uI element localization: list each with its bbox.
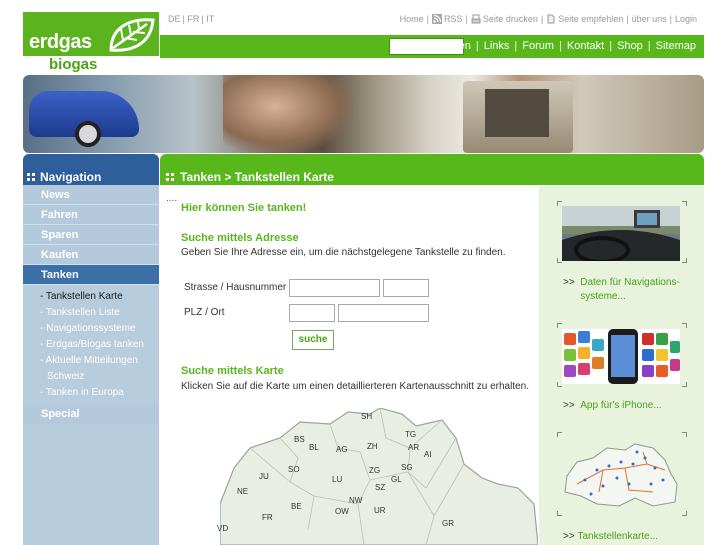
lang-de[interactable]: DE bbox=[168, 14, 181, 24]
nav-kontakt[interactable]: Kontakt bbox=[567, 40, 604, 52]
print-link[interactable]: Seite drucken bbox=[471, 14, 538, 24]
car-wheel bbox=[75, 121, 101, 147]
map-label-ne[interactable]: NE bbox=[237, 487, 248, 496]
rss-icon bbox=[431, 14, 442, 24]
address-heading: Suche mittels Adresse bbox=[181, 232, 299, 244]
sidebar-item-kaufen[interactable]: Kaufen bbox=[23, 245, 159, 265]
swiss-map-thumbnail bbox=[564, 443, 678, 507]
nav-forum[interactable]: Forum bbox=[522, 40, 554, 52]
house-number-input[interactable] bbox=[383, 279, 429, 297]
iphone-app-tile[interactable] bbox=[557, 323, 687, 387]
navigation-promo-tile[interactable] bbox=[557, 201, 687, 263]
map-label-vd[interactable]: VD bbox=[217, 524, 228, 533]
person-shape bbox=[223, 75, 353, 153]
logo-text-erdgas: erdgas bbox=[29, 31, 92, 53]
map-text: Klicken Sie auf die Karte um einen detai… bbox=[181, 381, 529, 392]
sidebar-sub-tankstellen-liste[interactable]: - Tankstellen Liste bbox=[23, 304, 159, 320]
right-column: >> Daten für Navigations-systeme... >> A… bbox=[539, 186, 704, 545]
sidebar-sub-mitteilungen-cont[interactable]: Schweiz bbox=[23, 368, 159, 384]
sidebar-sub-mitteilungen[interactable]: - Aktuelle Mitteilungen bbox=[23, 352, 159, 368]
iphone-app-link[interactable]: >> App für's iPhone... bbox=[563, 399, 662, 413]
map-label-so[interactable]: SO bbox=[288, 465, 300, 474]
map-label-fr[interactable]: FR bbox=[262, 513, 273, 522]
map-label-gr[interactable]: GR bbox=[442, 519, 454, 528]
login-link[interactable]: Login bbox=[675, 14, 697, 24]
about-link[interactable]: über uns bbox=[632, 14, 667, 24]
street-label: Strasse / Hausnummer bbox=[184, 282, 287, 293]
map-label-ow[interactable]: OW bbox=[335, 507, 349, 516]
sidebar-header: Navigation bbox=[23, 154, 159, 185]
fuel-pump-display bbox=[485, 89, 549, 137]
map-heading: Suche mittels Karte bbox=[181, 365, 284, 377]
station-map-tile[interactable] bbox=[557, 432, 687, 516]
map-label-bs[interactable]: BS bbox=[294, 435, 305, 444]
map-label-lu[interactable]: LU bbox=[332, 475, 342, 484]
main-navbar: Suchen | Links | Forum | Kontakt | Shop | Sit… bbox=[160, 35, 704, 58]
city-input[interactable] bbox=[338, 304, 429, 322]
home-link[interactable]: Home bbox=[400, 14, 424, 24]
iphone-apps-image bbox=[562, 329, 680, 384]
nav-shop[interactable]: Shop bbox=[617, 40, 643, 52]
map-label-ar[interactable]: AR bbox=[408, 443, 419, 452]
zip-input[interactable] bbox=[289, 304, 335, 322]
map-label-gl[interactable]: GL bbox=[391, 475, 402, 484]
address-text: Geben Sie Ihre Adresse ein, um die nächs… bbox=[181, 247, 506, 258]
sidebar-sub-navigationssysteme[interactable]: - Navigationssysteme bbox=[23, 320, 159, 336]
print-icon bbox=[471, 14, 481, 24]
site-logo[interactable]: erdgas biogas bbox=[23, 12, 159, 74]
nav-links[interactable]: Links bbox=[484, 40, 510, 52]
switzerland-map[interactable]: SH BS BL TG AG ZH AR AI SG SO ZG SZ LU G… bbox=[217, 407, 539, 545]
station-map-link[interactable]: >> Tankstellenkarte... bbox=[563, 530, 658, 544]
page-title: Hier können Sie tanken! bbox=[181, 202, 307, 214]
sidebar-item-news[interactable]: News bbox=[23, 185, 159, 205]
street-input[interactable] bbox=[289, 279, 380, 297]
sidebar-sub-europa[interactable]: - Tanken in Europa bbox=[23, 384, 159, 400]
lang-it[interactable]: IT bbox=[206, 14, 214, 24]
zip-label: PLZ / Ort bbox=[184, 307, 225, 318]
sidebar-item-tanken[interactable]: Tanken bbox=[23, 265, 159, 285]
map-label-zg[interactable]: ZG bbox=[369, 466, 380, 475]
grid-dots-icon bbox=[166, 172, 174, 181]
rss-link[interactable]: RSS bbox=[431, 14, 462, 24]
main-nav-links: Suchen | Links | Forum | Kontakt | Shop | Sit… bbox=[433, 40, 696, 52]
map-label-sh[interactable]: SH bbox=[361, 412, 372, 421]
page-icon bbox=[547, 14, 555, 24]
sidebar: Navigation News Fahren Sparen Kaufen Tan… bbox=[23, 154, 159, 545]
sidebar-item-fahren[interactable]: Fahren bbox=[23, 205, 159, 225]
map-label-zh[interactable]: ZH bbox=[367, 442, 378, 451]
map-label-ai[interactable]: AI bbox=[424, 450, 432, 459]
grid-dots-icon bbox=[27, 172, 35, 181]
map-label-be[interactable]: BE bbox=[291, 502, 302, 511]
map-label-ur[interactable]: UR bbox=[374, 506, 386, 515]
car-dashboard-image bbox=[562, 206, 680, 261]
ellipsis-text: .... bbox=[166, 193, 178, 204]
sidebar-item-sparen[interactable]: Sparen bbox=[23, 225, 159, 245]
nav-sitemap[interactable]: Sitemap bbox=[656, 40, 696, 52]
sidebar-sub-tankstellen-karte[interactable]: - Tankstellen Karte bbox=[23, 288, 159, 304]
breadcrumb: Tanken > Tankstellen Karte bbox=[180, 169, 334, 184]
content-header: Tanken > Tankstellen Karte bbox=[160, 154, 704, 185]
header-banner-image bbox=[23, 75, 704, 153]
map-label-ju[interactable]: JU bbox=[259, 472, 269, 481]
sidebar-item-special[interactable]: Special bbox=[23, 404, 159, 424]
utility-links: Home | RSS | Seite drucken | Seite empfehle… bbox=[399, 14, 697, 24]
map-label-sz[interactable]: SZ bbox=[375, 483, 385, 492]
map-label-bl[interactable]: BL bbox=[309, 443, 319, 452]
search-address-button[interactable]: suche bbox=[292, 330, 334, 350]
language-switcher: DE | FR | IT bbox=[168, 14, 215, 24]
map-label-sg[interactable]: SG bbox=[401, 463, 413, 472]
map-label-nw[interactable]: NW bbox=[349, 496, 362, 505]
logo-text-biogas: biogas bbox=[49, 56, 98, 73]
leaf-icon bbox=[109, 18, 155, 52]
nav-suchen[interactable]: Suchen bbox=[434, 40, 471, 52]
sidebar-sub-erdgas-biogas[interactable]: - Erdgas/Biogas tanken bbox=[23, 336, 159, 352]
navigation-data-link[interactable]: >> Daten für Navigations-systeme... bbox=[563, 276, 690, 304]
map-label-tg[interactable]: TG bbox=[405, 430, 416, 439]
map-label-ag[interactable]: AG bbox=[336, 445, 348, 454]
lang-fr[interactable]: FR bbox=[187, 14, 199, 24]
sidebar-title: Navigation bbox=[40, 169, 102, 184]
recommend-link[interactable]: Seite empfehlen bbox=[546, 14, 623, 24]
main-content: .... Hier können Sie tanken! Suche mitte… bbox=[160, 186, 539, 545]
